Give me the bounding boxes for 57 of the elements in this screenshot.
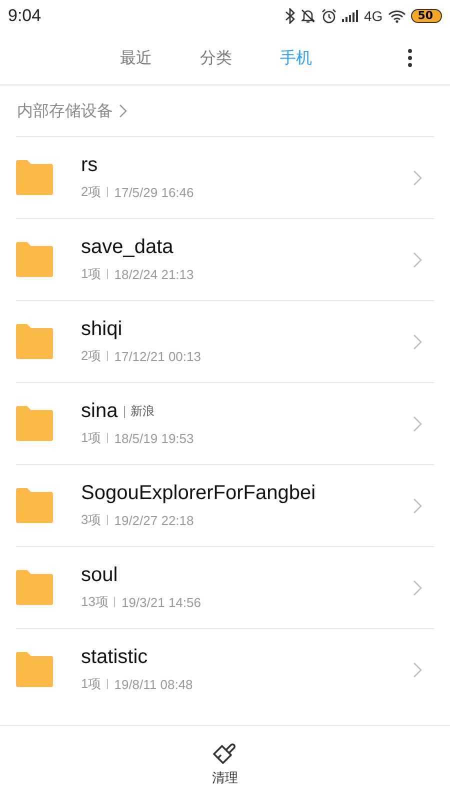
network-type: 4G — [364, 8, 383, 24]
more-menu-icon[interactable] — [407, 48, 413, 68]
modified-date: 18/5/19 19:53 — [114, 430, 194, 446]
alarm-clock-icon — [321, 8, 337, 24]
chevron-right-icon — [413, 252, 422, 268]
modified-date: 19/8/11 08:48 — [114, 676, 193, 692]
breadcrumb-link[interactable]: 内部存储设备 — [17, 100, 113, 122]
chevron-right-icon — [413, 580, 422, 596]
signal-icon — [342, 10, 359, 22]
folder-name: SogouExplorerForFangbei — [81, 482, 316, 505]
folder-row[interactable]: rs 2项 17/5/29 16:46 — [16, 136, 434, 218]
folder-row[interactable]: SogouExplorerForFangbei 3项 19/2/27 22:18 — [16, 464, 434, 546]
chevron-right-icon — [413, 334, 422, 350]
muted-bell-icon — [300, 8, 316, 24]
item-count: 3项 — [81, 511, 102, 529]
folder-row[interactable]: sina 新浪 1项 18/5/19 19:53 — [16, 382, 434, 464]
folder-name: sina — [81, 400, 118, 423]
bluetooth-icon — [285, 8, 295, 24]
folder-row[interactable]: shiqi 2项 17/12/21 00:13 — [16, 300, 434, 382]
folder-icon — [16, 241, 53, 278]
clean-button[interactable]: 清理 — [212, 739, 238, 787]
folder-name: shiqi — [81, 318, 122, 341]
item-count: 2项 — [81, 347, 102, 365]
chevron-right-icon — [413, 416, 422, 432]
modified-date: 18/2/24 21:13 — [114, 266, 194, 282]
modified-date: 17/12/21 00:13 — [114, 348, 201, 364]
folder-icon — [16, 487, 53, 524]
folder-icon — [16, 405, 53, 442]
modified-date: 19/2/27 22:18 — [114, 512, 194, 528]
item-count: 1项 — [81, 429, 102, 447]
folder-row[interactable]: save_data 1项 18/2/24 21:13 — [16, 218, 434, 300]
item-count: 13项 — [81, 593, 108, 611]
item-count: 2项 — [81, 183, 102, 201]
folder-name: statistic — [81, 646, 148, 669]
chevron-right-icon — [413, 498, 422, 514]
tab[interactable]: 最近 — [120, 48, 152, 68]
item-count: 1项 — [81, 265, 102, 283]
folder-icon — [16, 323, 53, 360]
chevron-right-icon — [119, 104, 127, 118]
item-count: 1项 — [81, 675, 102, 693]
folder-row[interactable]: soul 13项 19/3/21 14:56 — [16, 546, 434, 628]
tab[interactable]: 分类 — [200, 48, 232, 68]
modified-date: 19/3/21 14:56 — [121, 594, 201, 610]
battery-indicator: 50 — [410, 9, 442, 23]
folder-icon — [16, 651, 53, 688]
folder-icon — [16, 159, 53, 196]
status-time: 9:04 — [8, 6, 42, 26]
modified-date: 17/5/29 16:46 — [114, 184, 194, 200]
chevron-right-icon — [413, 662, 422, 678]
folder-row[interactable]: statistic 1项 19/8/11 08:48 — [16, 628, 434, 710]
folder-icon — [16, 569, 53, 606]
folder-name: rs — [81, 154, 98, 177]
wifi-icon — [388, 10, 406, 22]
folder-name: save_data — [81, 236, 174, 259]
folder-name: soul — [81, 564, 118, 587]
folder-alias: 新浪 — [130, 403, 155, 420]
chevron-right-icon — [413, 170, 422, 186]
